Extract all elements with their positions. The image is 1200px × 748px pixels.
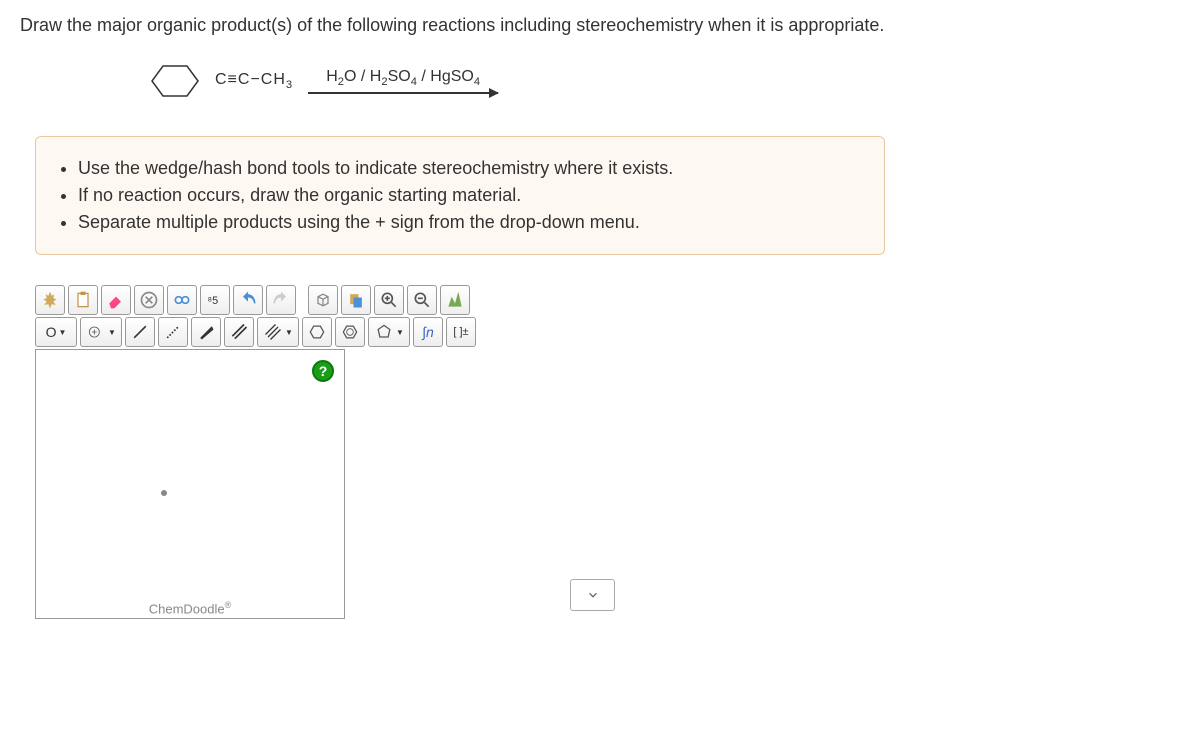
zoom-in-button[interactable] xyxy=(374,285,404,315)
cyclohexane-tool[interactable] xyxy=(302,317,332,347)
toolbar-row-2: O▼ ▼ ▼ ▼ ∫n [ ]± xyxy=(35,317,675,347)
instruction-item: Separate multiple products using the + s… xyxy=(78,209,862,236)
double-bond-tool[interactable] xyxy=(224,317,254,347)
chemdoodle-brand: ChemDoodle® xyxy=(149,600,232,616)
view-tool[interactable] xyxy=(167,285,197,315)
eraser-tool[interactable] xyxy=(101,285,131,315)
instruction-item: If no reaction occurs, draw the organic … xyxy=(78,182,862,209)
instruction-item: Use the wedge/hash bond tools to indicat… xyxy=(78,155,862,182)
instructions-panel: Use the wedge/hash bond tools to indicat… xyxy=(35,136,885,255)
single-bond-tool[interactable] xyxy=(125,317,155,347)
reagents-label: H2O / H2SO4 / HgSO4 xyxy=(326,68,480,88)
undo-button[interactable] xyxy=(233,285,263,315)
chevron-down-icon xyxy=(586,588,600,602)
cube-tool[interactable] xyxy=(308,285,338,315)
pan-tool[interactable] xyxy=(35,285,65,315)
settings-button[interactable] xyxy=(440,285,470,315)
toolbar-row-1: ⁸5 xyxy=(35,285,675,315)
zoom-out-button[interactable] xyxy=(407,285,437,315)
svg-text:⁸5: ⁸5 xyxy=(208,295,219,307)
question-text: Draw the major organic product(s) of the… xyxy=(20,15,1180,36)
structure-editor: ⁸5 O▼ ▼ ▼ ▼ ∫n [ ]± ? ChemDoodle® xyxy=(35,285,675,619)
product-operator-select[interactable] xyxy=(570,579,615,611)
ring-picker[interactable]: ▼ xyxy=(368,317,410,347)
redo-button[interactable] xyxy=(266,285,296,315)
recessed-bond-tool[interactable] xyxy=(158,317,188,347)
clear-tool[interactable] xyxy=(134,285,164,315)
help-button[interactable]: ? xyxy=(312,360,334,382)
cyclohexane-ring xyxy=(150,56,200,106)
template-tool[interactable]: ⁸5 xyxy=(200,285,230,315)
alkyne-substituent: C≡C−CH3 xyxy=(215,71,293,91)
charge-picker[interactable]: ▼ xyxy=(80,317,122,347)
benzene-tool[interactable] xyxy=(335,317,365,347)
formula-tool[interactable]: ∫n xyxy=(413,317,443,347)
bracket-charge-tool[interactable]: [ ]± xyxy=(446,317,476,347)
triple-bond-tool[interactable]: ▼ xyxy=(257,317,299,347)
canvas-start-dot xyxy=(161,490,167,496)
drawing-canvas[interactable]: ? ChemDoodle® xyxy=(35,349,345,619)
copy-tool[interactable] xyxy=(341,285,371,315)
paste-tool[interactable] xyxy=(68,285,98,315)
atom-picker[interactable]: O▼ xyxy=(35,317,77,347)
reaction-scheme: C≡C−CH3 H2O / H2SO4 / HgSO4 xyxy=(150,56,1180,106)
wedge-bond-tool[interactable] xyxy=(191,317,221,347)
reaction-arrow xyxy=(308,92,498,94)
